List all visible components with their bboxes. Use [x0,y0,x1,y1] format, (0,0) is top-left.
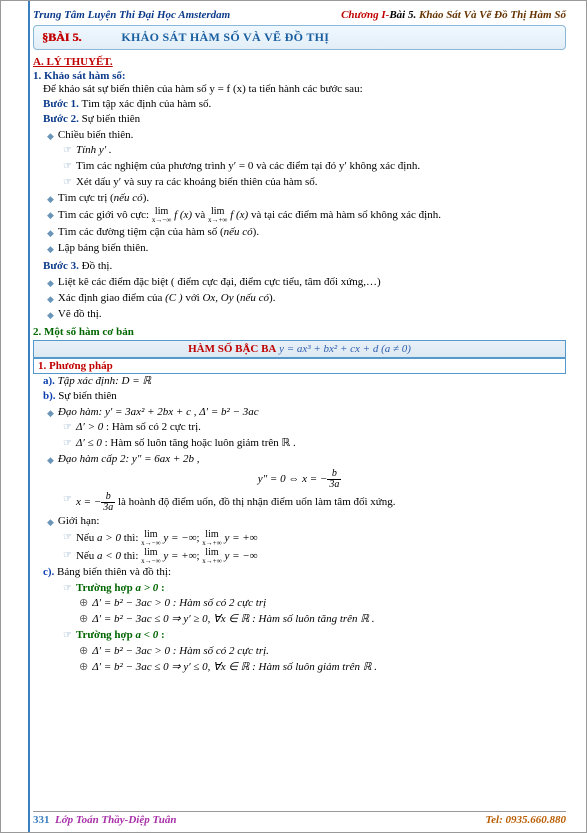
header-left: Trung Tâm Luyện Thi Đại Học Amsterdam [33,9,230,21]
diamond-icon: ◆ [47,516,54,528]
circle-plus-icon: ⊕ [79,596,88,611]
center-formula: y″ = 0 ⇔ x = −b3a [33,469,566,490]
part-c: c). Bảng biến thiên và đồ thị: [43,565,566,580]
bullet-item: ☞ x = −b3a là hoành độ điểm uốn, đồ thị … [63,492,566,513]
diamond-icon: ◆ [47,209,54,221]
bullet-item: ☞Xét dấu y′ và suy ra các khoảng biến th… [63,175,566,190]
lesson-number: §BÀI 5. [42,30,81,45]
hand-icon: ☞ [63,549,72,563]
bullet-item: ◆Đạo hàm: y′ = 3ax² + 2bx + c , Δ′ = b² … [47,405,566,420]
page-number: 331 [33,814,50,826]
page: Trung Tâm Luyện Thi Đại Học Amsterdam Ch… [0,0,587,833]
hand-icon: ☞ [63,531,72,545]
case-heading: ☞Trường hợp a < 0 : [63,628,566,643]
circle-plus-icon: ⊕ [79,660,88,675]
diamond-icon: ◆ [47,407,54,419]
bullet-item: ⊕Δ′ = b² − 3ac > 0 : Hàm số có 2 cực trị… [79,644,566,659]
bullet-item: ⊕Δ′ = b² − 3ac > 0 : Hàm số có 2 cực trị [79,596,566,611]
margin-line [28,1,30,832]
bullet-item: ◆Xác định giao điểm của (C ) với Ox, Oy … [47,291,566,306]
hand-icon: ☞ [63,160,72,174]
bullet-item: ◆Tìm các đường tiệm cận của hàm số (nếu … [47,225,566,240]
bullet-item: ◆Lập bảng biến thiên. [47,241,566,256]
bullet-item: ◆Tìm cực trị (nếu có). [47,191,566,206]
hand-icon: ☞ [63,629,72,643]
hand-icon: ☞ [63,582,72,596]
footer: 331 Lớp Toán Thầy-Diệp Tuân Tel: 0935.66… [33,811,566,826]
circle-plus-icon: ⊕ [79,612,88,627]
bullet-item: ☞Tìm các nghiệm của phương trình y′ = 0 … [63,159,566,174]
diamond-icon: ◆ [47,193,54,205]
section-1-heading: 1. Khảo sát hàm số: [33,70,566,82]
bullet-item: ☞Δ′ > 0 : Hàm số có 2 cực trị. [63,420,566,435]
hand-icon: ☞ [63,176,72,190]
diamond-icon: ◆ [47,130,54,142]
diamond-icon: ◆ [47,243,54,255]
hand-icon: ☞ [63,144,72,158]
bullet-item: ⊕Δ′ = b² − 3ac ≤ 0 ⇒ y′ ≤ 0, ∀x ∈ ℝ : Hà… [79,660,566,675]
header: Trung Tâm Luyện Thi Đại Học Amsterdam Ch… [33,9,566,21]
cubic-box: HÀM SỐ BẬC BA y = ax³ + bx² + cx + d (a … [33,340,566,358]
bullet-item: ☞ Nếu a > 0 thì: limx→−∞ y = −∞; limx→+∞… [63,530,566,547]
diamond-icon: ◆ [47,309,54,321]
header-right: Chương I-Bài 5. Khảo Sát Và Vẽ Đồ Thị Hà… [341,9,566,21]
hand-icon: ☞ [63,437,72,451]
part-b: b). Sự biến thiên [43,389,566,404]
cubic-formula: y = ax³ + bx² + cx + d (a ≠ 0) [279,343,411,355]
bullet-item: ◆Chiều biến thiên. [47,128,566,143]
section-a-heading: A. LÝ THUYẾT. [33,56,566,68]
step1: Bước 1. Tìm tập xác định của hàm số. [43,97,566,112]
part-a: a). Tập xác định: D = ℝ [43,374,566,389]
circle-plus-icon: ⊕ [79,644,88,659]
footer-author: Lớp Toán Thầy-Diệp Tuân [55,814,177,826]
case-heading: ☞Trường hợp a > 0 : [63,581,566,596]
bullet-item: ◆ Tìm các giới vô cực: limx→−∞ f (x) và … [47,207,566,224]
hand-icon: ☞ [63,493,72,507]
method-box: 1. Phương pháp [33,358,566,374]
cubic-label: HÀM SỐ BẬC BA [188,343,276,355]
bullet-item: ⊕Δ′ = b² − 3ac ≤ 0 ⇒ y′ ≥ 0, ∀x ∈ ℝ : Hà… [79,612,566,627]
title-banner: §BÀI 5. KHẢO SÁT HÀM SỐ VÀ VẼ ĐỒ THỊ [33,25,566,50]
bullet-item: ◆Vẽ đồ thị. [47,307,566,322]
bullet-item: ☞Δ′ ≤ 0 : Hàm số luôn tăng hoặc luôn giả… [63,436,566,451]
diamond-icon: ◆ [47,277,54,289]
bullet-item: ◆Đạo hàm cấp 2: y″ = 6ax + 2b , [47,452,566,467]
step2: Bước 2. Sự biến thiên [43,112,566,127]
bullet-item: ◆Giới hạn: [47,514,566,529]
section-2-heading: 2. Một số hàm cơ bản [33,326,566,338]
diamond-icon: ◆ [47,293,54,305]
bullet-item: ☞ Nếu a < 0 thì: limx→−∞ y = +∞; limx→+∞… [63,548,566,565]
lesson-title: KHẢO SÁT HÀM SỐ VÀ VẼ ĐỒ THỊ [121,30,329,45]
bullet-item: ☞Tính y′ . [63,143,566,158]
step3: Bước 3. Đồ thị. [43,259,566,274]
hand-icon: ☞ [63,421,72,435]
intro-text: Để khảo sát sự biến thiên của hàm số y =… [43,82,566,97]
diamond-icon: ◆ [47,227,54,239]
bullet-item: ◆Liệt kê các điểm đặc biệt ( điểm cực đạ… [47,275,566,290]
footer-tel: Tel: 0935.660.880 [485,814,566,826]
diamond-icon: ◆ [47,454,54,466]
